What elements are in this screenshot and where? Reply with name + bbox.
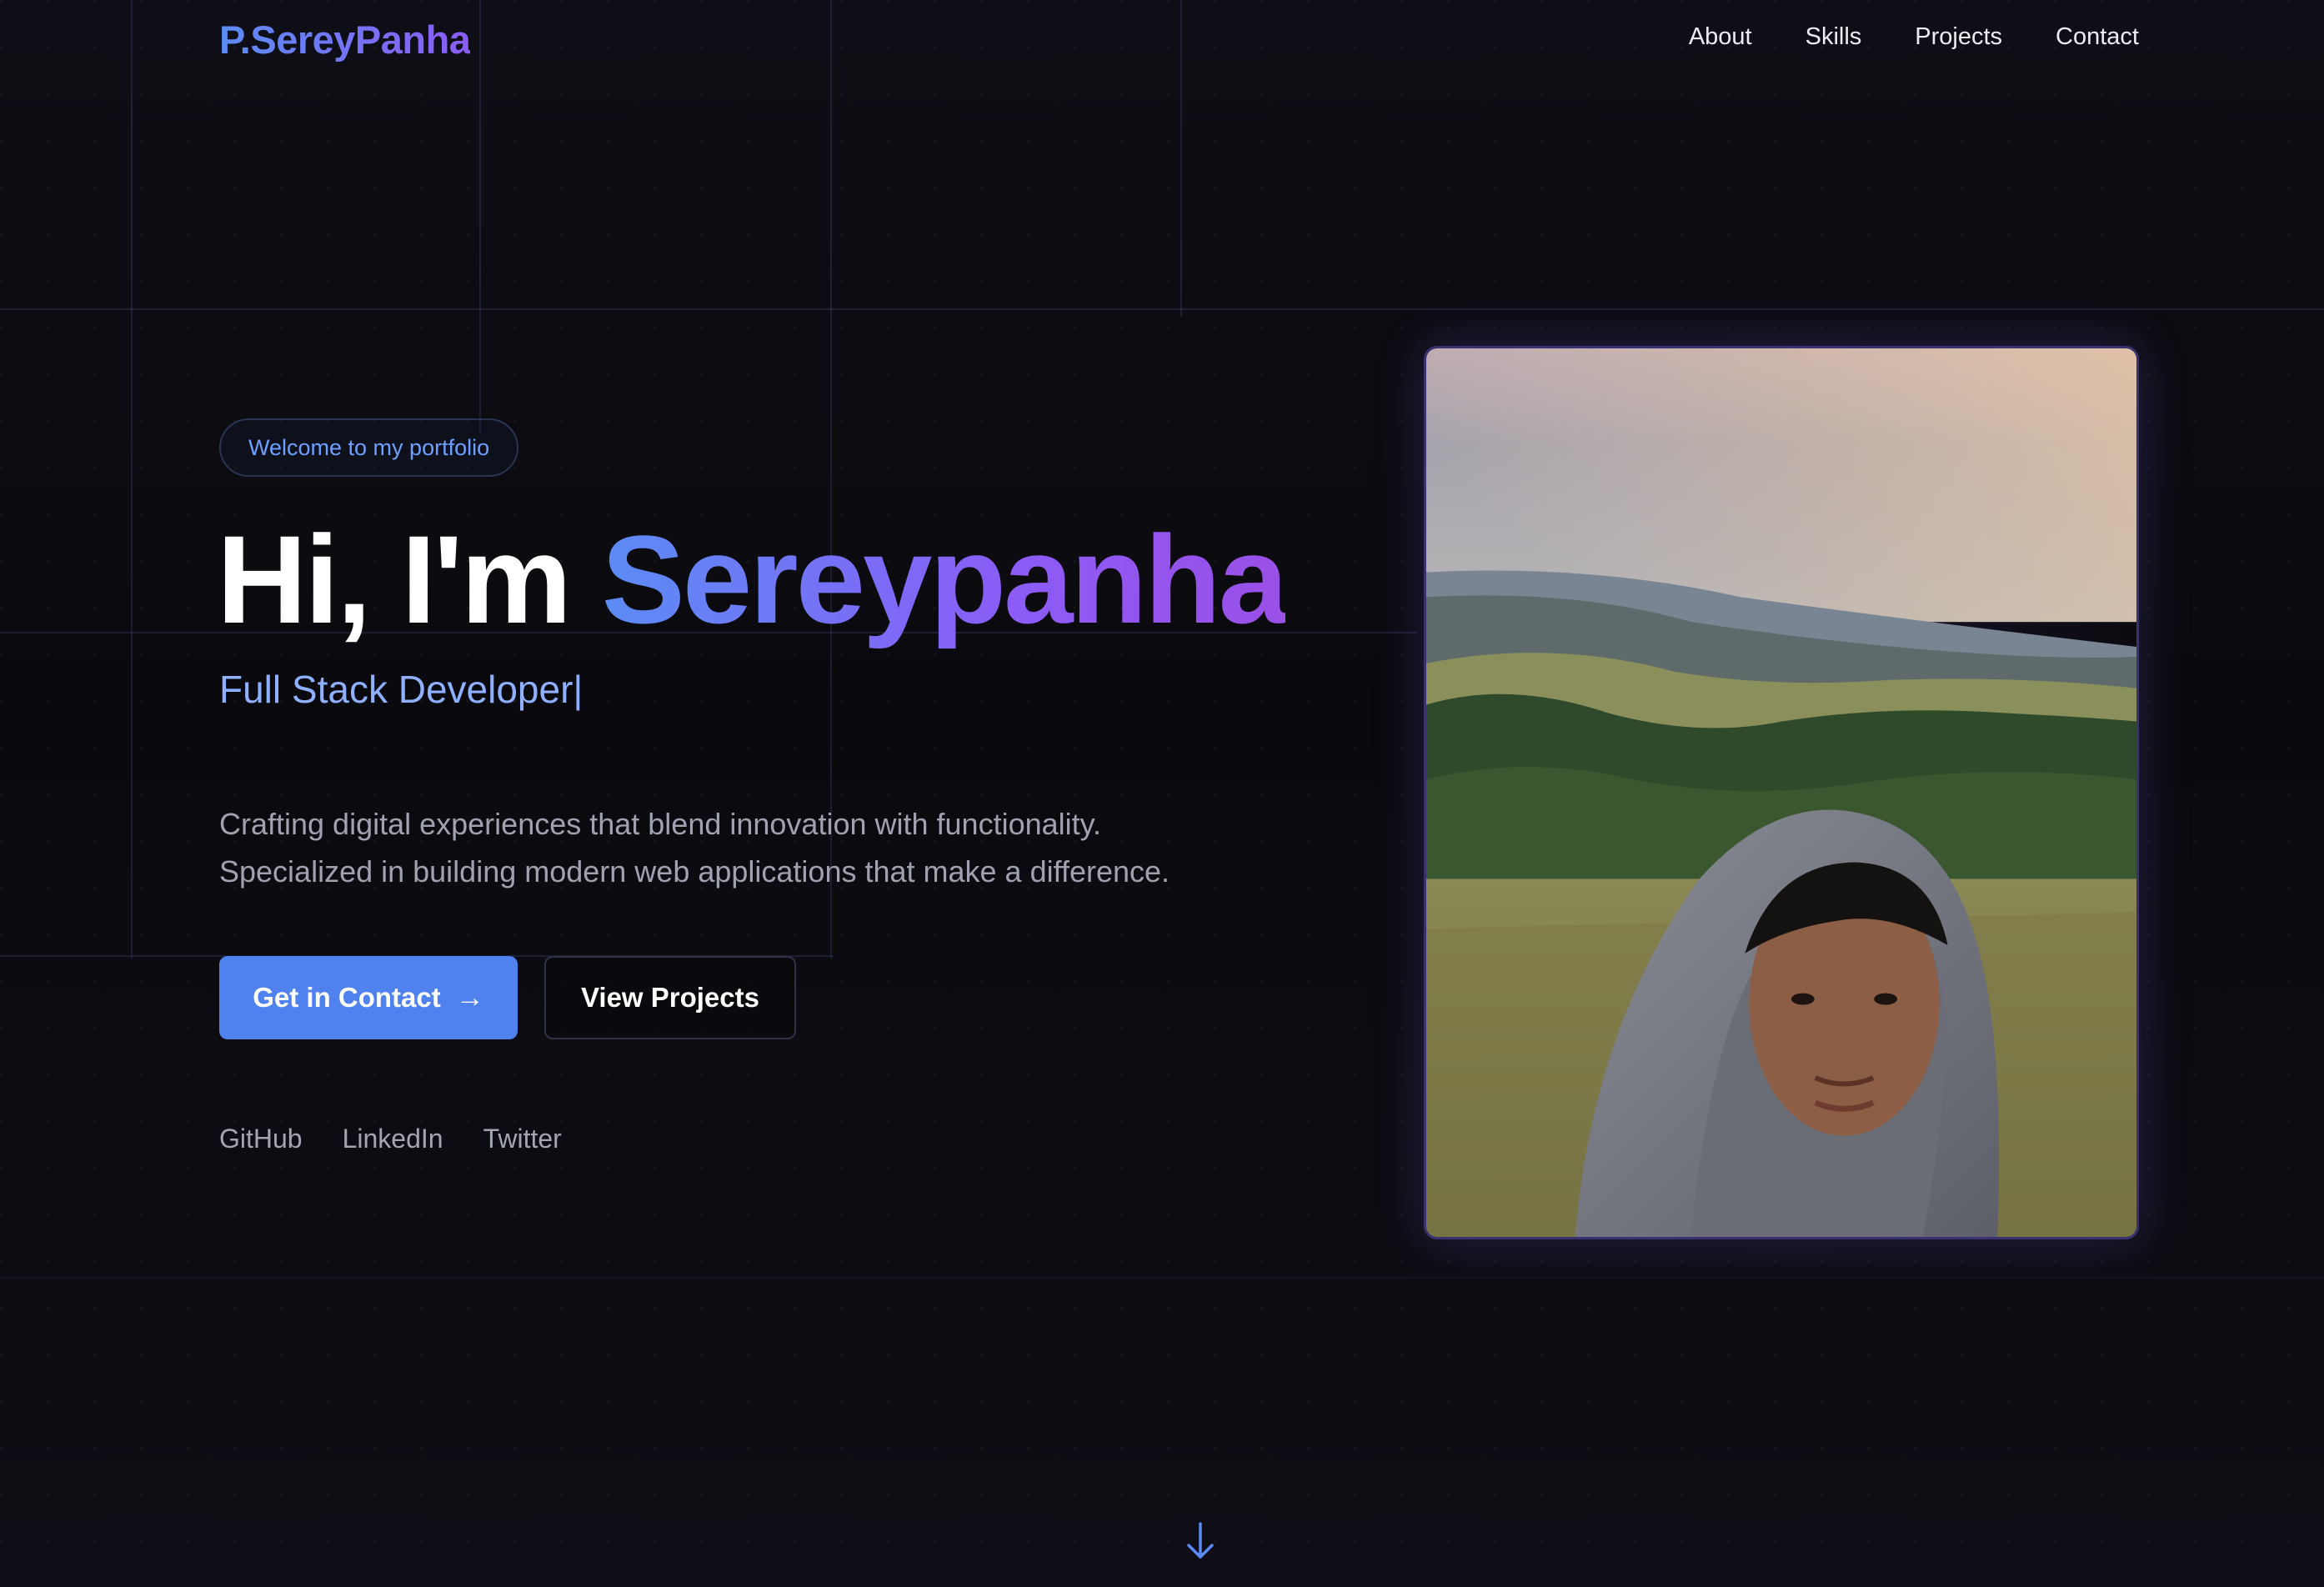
hero-headline: Hi, I'm Sereypanha [217, 517, 1288, 642]
arrow-down-icon[interactable] [1184, 1520, 1217, 1562]
grid-line [479, 0, 481, 433]
get-in-contact-label: Get in Contact [253, 982, 441, 1013]
view-projects-label: View Projects [580, 982, 759, 1013]
site-logo[interactable]: P.SereyPanha [219, 17, 471, 63]
typing-cursor: | [573, 668, 584, 711]
hero-description: Crafting digital experiences that blend … [219, 800, 1220, 895]
nav-link-skills[interactable]: Skills [1806, 23, 1862, 51]
profile-photo-illustration [1426, 348, 2136, 1237]
hero-role-text: Full Stack Developer [219, 668, 573, 711]
hero-name: Sereypanha [601, 509, 1288, 649]
main-nav: About Skills Projects Contact [1689, 23, 2139, 51]
portfolio-page: P.SereyPanha About Skills Projects Conta… [0, 0, 2324, 1587]
hero-description-line: Crafting digital experiences that blend … [219, 807, 1101, 841]
view-projects-button[interactable]: View Projects [544, 956, 796, 1039]
grid-line [131, 0, 133, 959]
grid-line [1180, 0, 1182, 317]
arrow-right-icon: → [455, 981, 484, 1014]
social-link-linkedin[interactable]: LinkedIn [343, 1124, 443, 1154]
welcome-badge: Welcome to my portfolio [219, 418, 519, 477]
social-link-github[interactable]: GitHub [219, 1124, 303, 1154]
get-in-contact-button[interactable]: Get in Contact → [219, 956, 518, 1039]
nav-link-about[interactable]: About [1689, 23, 1752, 51]
social-link-twitter[interactable]: Twitter [483, 1124, 562, 1154]
nav-link-contact[interactable]: Contact [2056, 23, 2139, 51]
nav-link-projects[interactable]: Projects [1915, 23, 2002, 51]
welcome-badge-label: Welcome to my portfolio [248, 434, 490, 460]
profile-photo [1424, 346, 2139, 1239]
hero-role: Full Stack Developer| [219, 667, 583, 712]
hero-greeting: Hi, I'm [217, 509, 602, 649]
social-links: GitHub LinkedIn Twitter [219, 1124, 562, 1154]
hero-description-line: Specialized in building modern web appli… [219, 854, 1170, 889]
